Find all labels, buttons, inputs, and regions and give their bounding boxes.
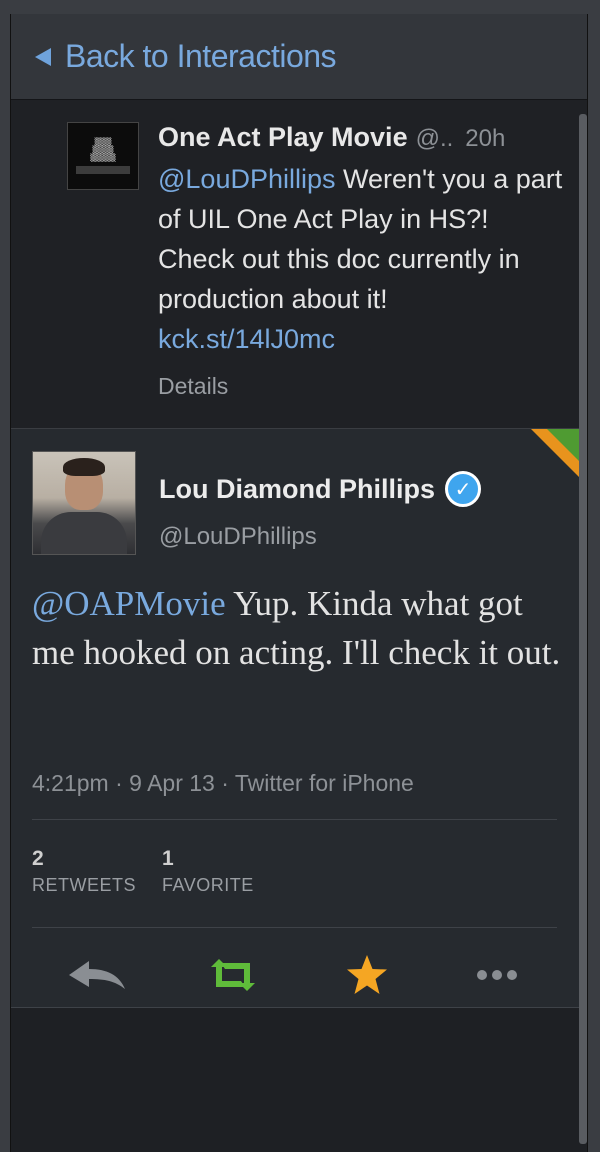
favorites-count: 1 [162, 847, 174, 870]
reply-button[interactable] [67, 949, 127, 1001]
retweets-stat[interactable]: 2 RETWEETS [32, 847, 136, 896]
original-mention-link[interactable]: @LouDPhillips [158, 164, 336, 194]
tweet-text: @OAPMovie Yup. Kinda what got me hooked … [32, 579, 562, 677]
empty-area [11, 1007, 587, 1152]
divider [32, 819, 557, 820]
tweet-actions [11, 949, 587, 1001]
original-tweet-text: @LouDPhillips Weren't you a part of UIL … [158, 159, 568, 359]
author-name-row: Lou Diamond Phillips ✓ [159, 471, 481, 507]
tweet-meta[interactable]: 4:21pm · 9 Apr 13 · Twitter for iPhone [32, 770, 414, 797]
author-handle[interactable]: @LouDPhillips [159, 523, 317, 551]
original-url-link[interactable]: kck.st/14lJ0mc [158, 324, 335, 354]
tweet-stats: 2 RETWEETS 1 FAVORITE [32, 847, 254, 896]
reply-icon [69, 961, 125, 989]
author-name[interactable]: Lou Diamond Phillips [159, 474, 435, 505]
scrollbar[interactable] [579, 114, 587, 1144]
back-label: Back to Interactions [65, 38, 337, 74]
original-tweet[interactable]: ▒▒▒▒ ▒▒▒▒▒ ▒▒▒▒▒▒ One Act Play Movie @.. 2… [11, 100, 587, 429]
details-link[interactable]: Details [158, 373, 568, 400]
avatar-hair [63, 458, 105, 476]
original-body: One Act Play Movie @.. 20h @LouDPhillips… [158, 122, 568, 400]
retweets-label: RETWEETS [32, 875, 137, 895]
favorites-label: FAVORITE [162, 875, 254, 895]
original-header: One Act Play Movie @.. 20h [158, 122, 568, 153]
retweet-icon [211, 959, 255, 991]
avatar-shirt [41, 512, 127, 554]
tweet-mention-link[interactable]: @OAPMovie [32, 584, 226, 623]
retweet-button[interactable] [203, 949, 263, 1001]
verified-badge-icon: ✓ [445, 471, 481, 507]
more-icon [477, 970, 517, 980]
back-to-interactions-button[interactable]: Back to Interactions [11, 14, 587, 100]
original-author-name[interactable]: One Act Play Movie [158, 122, 408, 153]
favorite-button[interactable] [337, 949, 397, 1001]
more-button[interactable] [467, 949, 527, 1001]
favorite-star-icon [347, 955, 387, 994]
favorites-stat[interactable]: 1 FAVORITE [162, 847, 254, 896]
avatar-logo-art: ▒▒▒▒ ▒▒▒▒▒ ▒▒▒▒▒▒ [90, 138, 116, 162]
original-timestamp[interactable]: 20h [465, 125, 505, 153]
avatar-logo-bar [76, 166, 130, 174]
avatar[interactable] [32, 451, 136, 555]
back-arrow-icon [35, 47, 51, 66]
retweets-count: 2 [32, 847, 44, 870]
divider [32, 927, 557, 928]
original-avatar[interactable]: ▒▒▒▒ ▒▒▒▒▒ ▒▒▒▒▒▒ [67, 122, 139, 190]
tweet-detail-panel: Back to Interactions ▒▒▒▒ ▒▒▒▒▒ ▒▒▒▒▒▒ One… [10, 14, 588, 1152]
main-tweet: Lou Diamond Phillips ✓ @LouDPhillips @OA… [11, 429, 587, 1007]
original-author-handle[interactable]: @.. [416, 125, 454, 153]
